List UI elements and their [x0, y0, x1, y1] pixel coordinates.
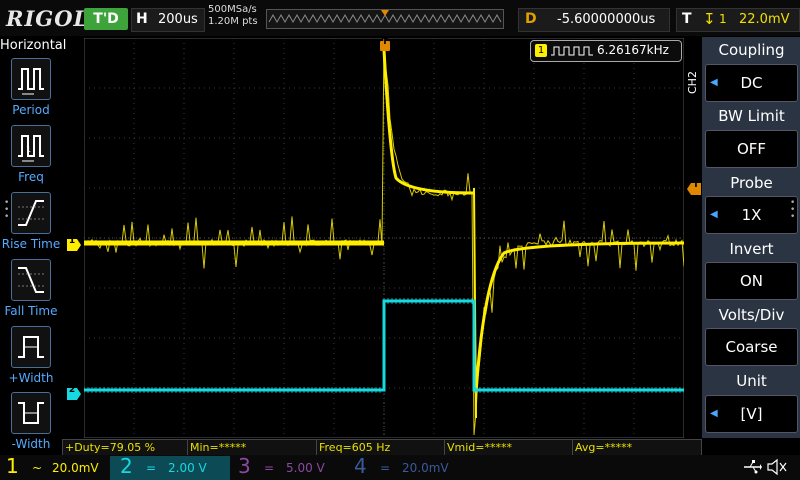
trigger-position-label: T — [381, 37, 389, 47]
bw-limit-button[interactable]: OFF — [705, 130, 798, 168]
measure-neg-width-item[interactable]: -Width — [0, 392, 62, 458]
ch4-scale[interactable]: 20.0mV — [402, 456, 449, 480]
memory-depth: 1.20M pts — [208, 16, 258, 27]
measure-fall-time-item[interactable]: Fall Time — [0, 259, 62, 325]
measure-freq-label: Freq — [18, 170, 44, 184]
brand-logo: RIGOL — [6, 6, 90, 31]
volts-div-value: Coarse — [725, 338, 778, 356]
negative-width-icon — [11, 392, 51, 434]
ch4-coupling-icon: = — [380, 461, 391, 475]
measure-pos-width-item[interactable]: +Width — [0, 326, 62, 392]
measurement-avg[interactable]: Avg=***** — [572, 439, 702, 456]
ch3-scale[interactable]: 5.00 V — [286, 456, 325, 480]
delay-box[interactable]: D -5.60000000us — [518, 8, 670, 32]
frequency-waveform-icon: 1 — [11, 125, 51, 167]
left-menu-more-icon[interactable]: • • • — [4, 199, 9, 222]
ch2-scale[interactable]: 2.00 V — [168, 456, 207, 480]
coupling-value: DC — [740, 74, 763, 92]
left-menu-title: Horizontal — [0, 38, 67, 53]
volts-div-button[interactable]: Coarse — [705, 328, 798, 366]
usb-icon — [742, 458, 762, 476]
freq-counter-channel: 1 — [535, 44, 547, 57]
frequency-counter: 1 6.26167kHz — [530, 40, 682, 62]
fall-time-icon — [11, 259, 51, 301]
speaker-muted-icon[interactable] — [766, 458, 788, 476]
ch2-offset-marker[interactable]: 2 — [67, 385, 81, 400]
delay-value: -5.60000000us — [557, 12, 656, 27]
measure-neg-width-label: -Width — [11, 437, 51, 451]
probe-arrow-icon: ◀ — [710, 209, 718, 220]
measurement-vmid[interactable]: Vmid=***** — [444, 439, 574, 456]
unit-title: Unit — [736, 372, 767, 390]
timebase-key: H — [136, 11, 148, 27]
bw-limit-value: OFF — [736, 140, 767, 158]
bw-limit-title: BW Limit — [718, 107, 785, 125]
unit-arrow-icon: ◀ — [710, 408, 718, 419]
memory-position-strip[interactable] — [266, 9, 504, 29]
waveform-grid[interactable] — [84, 38, 684, 438]
invert-title: Invert — [729, 240, 774, 258]
invert-value: ON — [739, 272, 764, 290]
falling-edge-icon: ↧ — [703, 10, 716, 28]
trigger-level-marker[interactable]: T — [687, 180, 701, 195]
volts-div-title: Volts/Div — [718, 306, 785, 324]
unit-button[interactable]: [V] — [705, 395, 798, 433]
freq-counter-value: 6.26167kHz — [597, 43, 669, 57]
trigger-level-marker-label: T — [692, 180, 700, 190]
probe-title: Probe — [730, 174, 773, 192]
ch2-coupling-icon: = — [146, 461, 157, 475]
menu-more-icon[interactable]: • • • — [790, 199, 795, 222]
ch1-scale[interactable]: 20.0mV — [52, 456, 99, 480]
invert-button[interactable]: ON — [705, 262, 798, 300]
ch3-coupling-icon: = — [264, 461, 275, 475]
measurement-freq[interactable]: Freq=605 Hz — [316, 439, 446, 456]
measure-fall-time-label: Fall Time — [4, 304, 58, 318]
acquisition-info: 500MSa/s 1.20M pts — [208, 4, 258, 28]
ch1-number[interactable]: 1 — [6, 453, 19, 479]
trigger-box[interactable]: T ↧ 1 22.0mV — [676, 8, 800, 32]
coupling-title: Coupling — [718, 41, 785, 59]
channel-tag: CH2 — [686, 71, 699, 94]
measure-period-label: Period — [12, 103, 50, 117]
trigger-key: T — [682, 11, 692, 27]
trigger-position-marker[interactable]: T — [380, 37, 390, 51]
sample-rate: 500MSa/s — [208, 4, 257, 15]
rise-time-icon — [11, 192, 51, 234]
ch2-number[interactable]: 2 — [120, 453, 133, 479]
measure-freq-item[interactable]: 1 Freq — [0, 125, 62, 191]
measurement-min[interactable]: Min=***** — [187, 439, 317, 456]
coupling-button[interactable]: DC — [705, 64, 798, 102]
probe-value: 1X — [741, 206, 762, 224]
run-state-badge[interactable]: T'D — [84, 8, 128, 30]
trigger-source: 1 — [719, 12, 727, 26]
coupling-arrow-icon: ◀ — [710, 77, 718, 88]
delay-key: D — [525, 11, 537, 27]
square-wave-icon — [551, 46, 593, 56]
ch1-coupling-icon: ~ — [32, 461, 43, 475]
ch4-number[interactable]: 4 — [354, 453, 367, 479]
period-waveform-icon — [11, 58, 51, 100]
measure-pos-width-label: +Width — [8, 371, 54, 385]
timebase-value: 200us — [158, 12, 198, 27]
probe-button[interactable]: 1X — [705, 196, 798, 234]
measure-rise-time-label: Rise Time — [1, 237, 61, 251]
ch3-number[interactable]: 3 — [238, 453, 251, 479]
ch2-marker-label: 2 — [68, 385, 76, 395]
memory-strip-waveform — [268, 10, 502, 24]
ch1-offset-marker[interactable]: 1 — [67, 236, 81, 251]
trigger-level: 22.0mV — [739, 12, 790, 27]
unit-value: [V] — [740, 405, 763, 423]
measure-period-item[interactable]: Period — [0, 58, 62, 124]
timebase-box[interactable]: H 200us — [131, 8, 205, 32]
svg-text:1: 1 — [26, 145, 31, 154]
ch1-marker-label: 1 — [68, 236, 76, 246]
positive-width-icon — [11, 326, 51, 368]
